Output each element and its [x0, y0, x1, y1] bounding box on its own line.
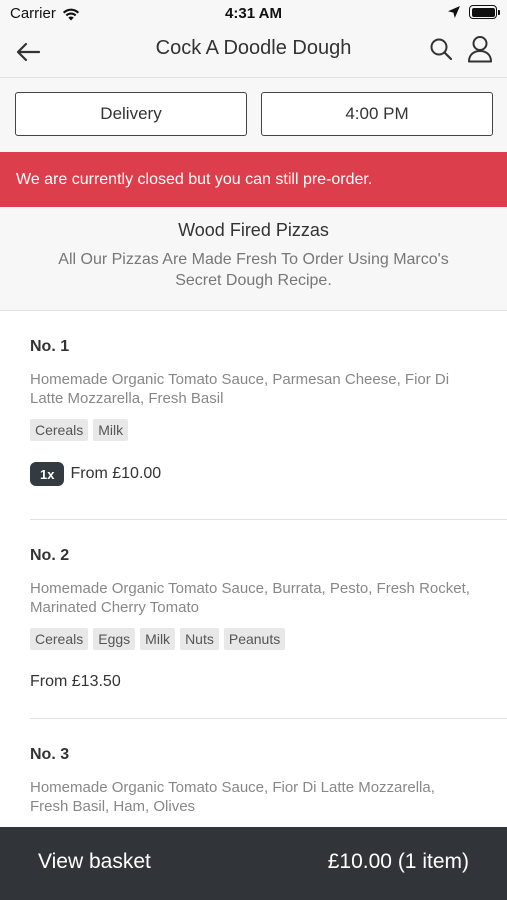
nav-bar: Cock A Doodle Dough — [0, 28, 507, 78]
category-description: All Our Pizzas Are Made Fresh To Order U… — [58, 251, 449, 289]
price-row: 1x From £10.00 — [30, 462, 507, 486]
item-name: No. 2 — [30, 547, 70, 564]
item-description: Homemade Organic Tomato Sauce, Fior Di L… — [30, 779, 435, 815]
search-button[interactable] — [427, 35, 455, 63]
delivery-button[interactable]: Delivery — [15, 92, 247, 136]
view-basket-button[interactable]: View basket £10.00 (1 item) — [0, 827, 507, 900]
menu-item[interactable]: No. 2 Homemade Organic Tomato Sauce, Bur… — [30, 547, 507, 719]
order-options: Delivery 4:00 PM — [0, 78, 507, 152]
item-price: From £13.50 — [30, 673, 121, 690]
allergen-tag: Nuts — [180, 628, 219, 650]
time-button[interactable]: 4:00 PM — [261, 92, 493, 136]
search-icon — [430, 38, 453, 61]
category-title: Wood Fired Pizzas — [178, 220, 329, 240]
item-description: Homemade Organic Tomato Sauce, Parmesan … — [30, 371, 450, 407]
basket-total: £10.00 (1 item) — [327, 850, 469, 873]
category-header: Wood Fired Pizzas All Our Pizzas Are Mad… — [0, 207, 507, 311]
allergen-tag: Cereals — [30, 628, 89, 650]
allergen-tag: Cereals — [30, 419, 89, 441]
price-row: From £13.50 — [30, 673, 507, 691]
allergen-tags: Cereals Eggs Milk Nuts Peanuts — [30, 628, 507, 650]
user-icon — [468, 36, 492, 63]
status-time: 4:31 AM — [225, 5, 282, 22]
quantity-badge: 1x — [30, 462, 65, 486]
item-name: No. 3 — [30, 746, 70, 763]
item-price: From £10.00 — [70, 465, 162, 482]
basket-label: View basket — [38, 850, 151, 873]
location-arrow-icon — [448, 6, 460, 18]
allergen-tag: Peanuts — [223, 628, 286, 650]
menu-item[interactable]: No. 1 Homemade Organic Tomato Sauce, Par… — [30, 338, 507, 520]
battery-icon — [469, 5, 500, 19]
allergen-tag: Eggs — [93, 628, 136, 650]
allergen-tags: Cereals Milk — [30, 419, 507, 441]
item-description: Homemade Organic Tomato Sauce, Burrata, … — [30, 580, 470, 616]
status-bar: Carrier 4:31 AM — [0, 0, 507, 28]
allergen-tag: Milk — [140, 628, 176, 650]
account-button[interactable] — [465, 34, 495, 64]
closed-alert: We are currently closed but you can stil… — [0, 152, 507, 207]
allergen-tag: Milk — [93, 419, 129, 441]
item-name: No. 1 — [30, 338, 70, 355]
menu-item[interactable]: No. 3 Homemade Organic Tomato Sauce, Fio… — [30, 746, 507, 836]
